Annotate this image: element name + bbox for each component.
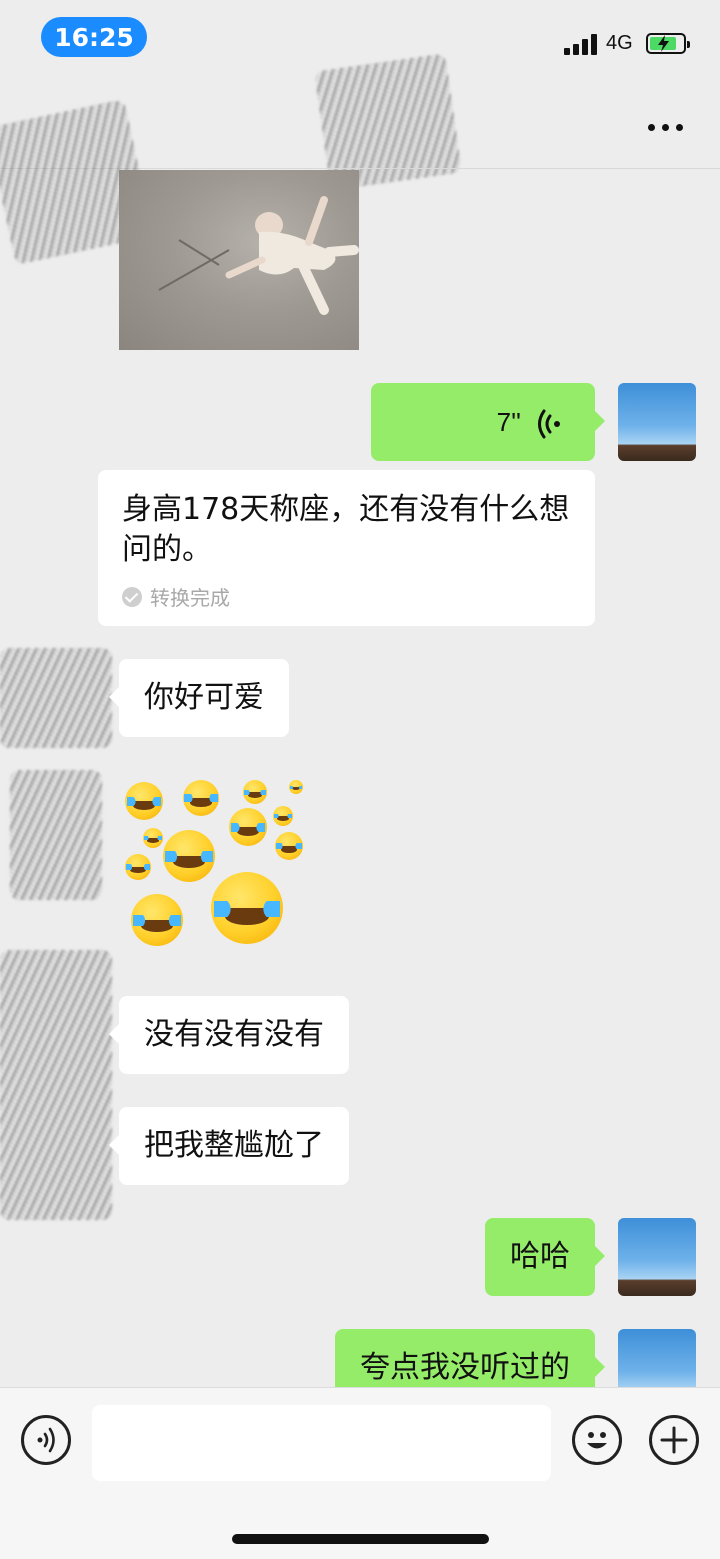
received-photo[interactable] <box>119 170 359 350</box>
message-text: 夸点我没听过的 <box>360 1350 570 1385</box>
check-circle-icon <box>122 586 142 607</box>
received-message[interactable]: 你好可爱 <box>109 659 289 737</box>
message-text: 没有没有没有 <box>144 1017 324 1052</box>
status-time: 16:25 <box>41 17 147 57</box>
voice-duration: 7'' <box>496 407 521 437</box>
transcript-status-label: 转换完成 <box>150 586 230 610</box>
voice-message-bubble[interactable]: 7'' <box>371 383 605 461</box>
redacted-avatar <box>0 648 112 748</box>
redacted-avatar <box>0 950 112 1220</box>
sent-message[interactable]: 哈哈 <box>485 1218 605 1296</box>
message-text: 你好可爱 <box>144 680 264 715</box>
message-text: 把我整尴尬了 <box>144 1128 324 1163</box>
my-avatar[interactable] <box>618 1218 696 1296</box>
voice-transcript: 身高178天称座，还有没有什么想问的。 转换完成 <box>98 470 595 626</box>
laugh-cry-emoji <box>211 872 283 944</box>
laugh-cry-emoji <box>243 780 267 804</box>
laugh-cry-emoji <box>143 828 163 848</box>
laugh-cry-emoji <box>289 780 303 794</box>
emoji-icon[interactable] <box>572 1415 622 1465</box>
more-dots-icon[interactable] <box>646 112 686 142</box>
signal-icon <box>564 33 600 55</box>
transcript-status: 转换完成 <box>122 582 230 611</box>
message-text: 哈哈 <box>510 1239 570 1274</box>
laughing-emoji-sticker[interactable] <box>119 770 319 960</box>
laugh-cry-emoji <box>273 806 293 826</box>
received-message[interactable]: 没有没有没有 <box>109 996 349 1074</box>
photo-content-illustration <box>158 196 359 315</box>
laugh-cry-emoji <box>229 808 267 846</box>
laugh-cry-emoji <box>163 830 215 882</box>
laugh-cry-emoji <box>131 894 183 946</box>
redacted-avatar <box>10 770 102 900</box>
battery-icon <box>646 33 690 54</box>
laugh-cry-emoji <box>125 782 163 820</box>
received-message[interactable]: 把我整尴尬了 <box>109 1107 349 1185</box>
laugh-cry-emoji <box>183 780 219 816</box>
voice-wave-icon <box>538 409 560 439</box>
laugh-cry-emoji <box>275 832 303 860</box>
laugh-cry-emoji <box>125 854 151 880</box>
my-avatar[interactable] <box>618 383 696 461</box>
message-input[interactable] <box>92 1405 551 1481</box>
voice-input-icon[interactable] <box>21 1415 71 1465</box>
transcript-text: 身高178天称座，还有没有什么想问的。 <box>122 492 570 567</box>
network-label: 4G <box>606 32 633 54</box>
home-indicator[interactable] <box>232 1534 489 1544</box>
plus-icon[interactable] <box>649 1415 699 1465</box>
